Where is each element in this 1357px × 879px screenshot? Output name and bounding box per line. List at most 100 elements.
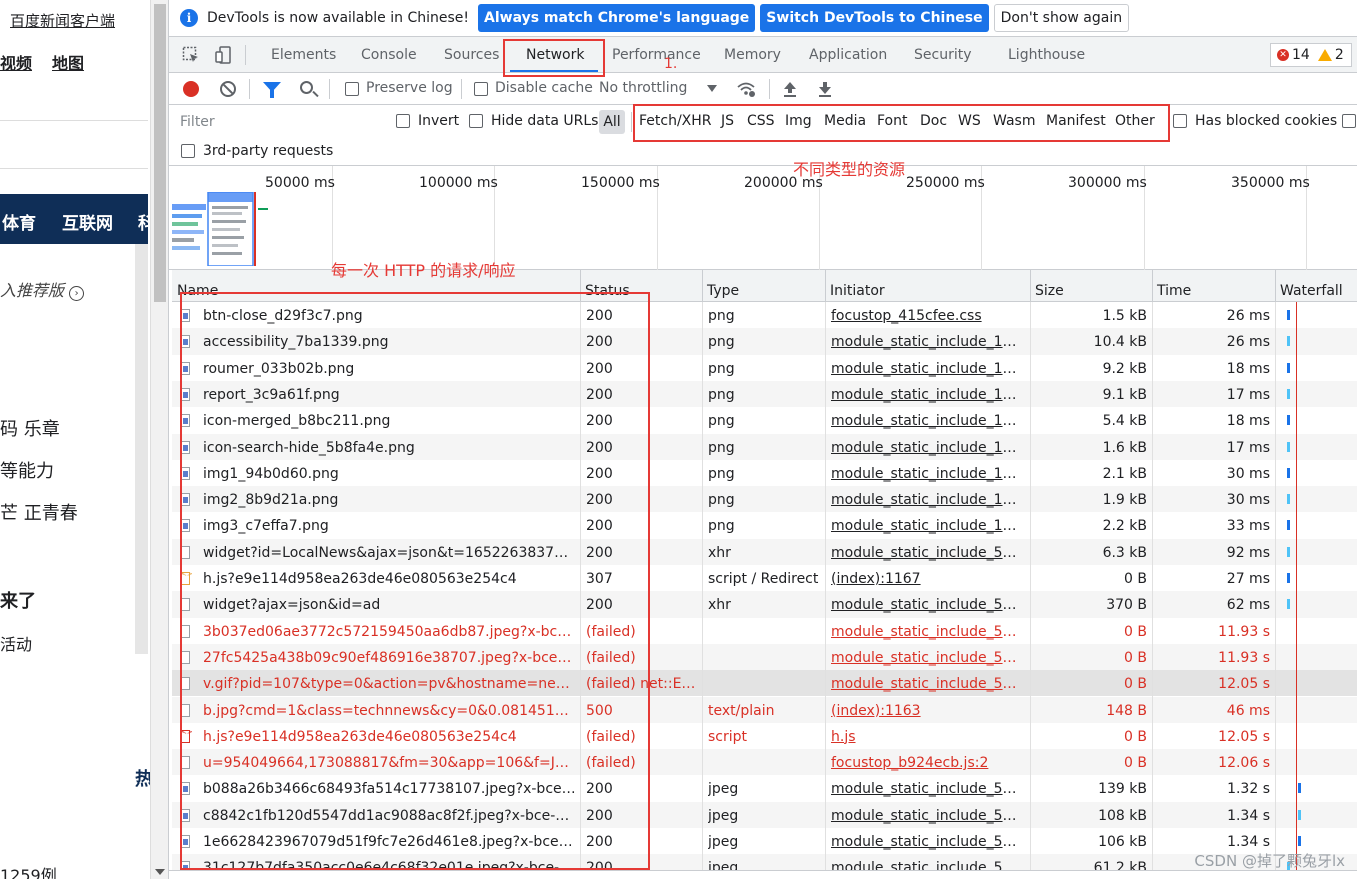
cell-initiator[interactable]: module_static_include_130f...	[831, 486, 1023, 512]
cell-initiator[interactable]: focustop_415cfee.css	[831, 302, 1023, 328]
table-row[interactable]: b088a26b3466c68493fa514c17738107.jpeg?x-…	[172, 775, 1357, 801]
page-recommend-link[interactable]: 入推荐版 ›	[0, 277, 85, 301]
type-filter-img[interactable]: Img	[785, 113, 812, 129]
cell-initiator[interactable]: (index):1167	[831, 565, 1023, 591]
type-filter-media[interactable]: Media	[824, 113, 866, 129]
disable-cache-checkbox[interactable]	[474, 82, 488, 96]
type-filter-fetch-xhr[interactable]: Fetch/XHR	[639, 113, 712, 129]
type-filter-css[interactable]: CSS	[747, 113, 775, 129]
cell-initiator[interactable]: focustop_b924ecb.js:2	[831, 749, 1023, 775]
blocked-requests-checkbox[interactable]	[1342, 114, 1356, 128]
cell-initiator[interactable]: module_static_include_5d6...	[831, 670, 1023, 696]
cell-initiator[interactable]: module_static_include_130f...	[831, 434, 1023, 460]
page-channel-internet[interactable]: 互联网	[62, 209, 113, 234]
cell-initiator[interactable]: module_static_include_130f...	[831, 460, 1023, 486]
filter-input[interactable]: Filter	[175, 110, 380, 132]
filter-icon[interactable]	[263, 82, 281, 98]
throttling-select[interactable]: No throttling	[599, 80, 687, 96]
search-icon[interactable]	[300, 81, 313, 94]
type-filter-doc[interactable]: Doc	[920, 113, 947, 129]
table-row[interactable]: roumer_033b02b.png 200 png module_static_in…	[172, 355, 1357, 381]
tab-memory[interactable]: Memory	[724, 37, 781, 73]
cell-initiator[interactable]: (index):1163	[831, 697, 1023, 723]
page-scrollbar-thumb[interactable]	[154, 4, 166, 302]
page-top-link[interactable]: 百度新闻客户端	[10, 10, 115, 31]
page-channel-tech[interactable]: 科	[138, 209, 150, 234]
table-row[interactable]: v.gif?pid=107&type=0&action=pv&hostname=…	[172, 670, 1357, 697]
tab-elements[interactable]: Elements	[271, 37, 336, 73]
chevron-down-icon[interactable]	[707, 85, 717, 92]
dont-show-again-button[interactable]: Don't show again	[993, 4, 1130, 32]
table-row[interactable]: c8842c1fb120d5547dd1ac9088ac8f2f.jpeg?x-…	[172, 801, 1357, 828]
type-filter-wasm[interactable]: Wasm	[993, 113, 1035, 129]
table-row[interactable]: u=954049664,173088817&fm=30&app=106&f=JP…	[172, 749, 1357, 776]
invert-checkbox[interactable]	[396, 114, 410, 128]
issues-counter[interactable]: ✕ 14 2	[1270, 43, 1352, 67]
cell-initiator[interactable]: module_static_include_130f...	[831, 512, 1023, 538]
column-initiator[interactable]: Initiator	[825, 270, 885, 302]
tab-performance[interactable]: Performance	[612, 37, 701, 73]
column-status[interactable]: Status	[580, 270, 630, 302]
match-language-button[interactable]: Always match Chrome's language	[478, 4, 756, 32]
column-size[interactable]: Size	[1030, 270, 1064, 302]
table-row[interactable]: report_3c9a61f.png 200 png module_static_in…	[172, 380, 1357, 408]
clear-icon[interactable]	[220, 81, 236, 97]
network-conditions-icon[interactable]	[737, 80, 755, 98]
cell-initiator[interactable]: module_static_include_5d6...	[831, 854, 1023, 870]
table-row[interactable]: widget?ajax=json&id=ad 200 xhr module_stati…	[172, 591, 1357, 618]
tab-security[interactable]: Security	[914, 37, 972, 73]
table-row[interactable]: img3_c7effa7.png 200 png module_static_incl…	[172, 512, 1357, 538]
table-row[interactable]: 27fc5425a438b09c90ef486916e38707.jpeg?x-…	[172, 643, 1357, 671]
export-har-icon[interactable]	[818, 81, 832, 97]
page-nav-map[interactable]: 地图	[52, 50, 84, 74]
cell-initiator[interactable]: module_static_include_5d6...	[831, 802, 1023, 828]
table-row[interactable]: accessibility_7ba1339.png 200 png module_st…	[172, 328, 1357, 355]
cell-initiator[interactable]: module_static_include_5d6...	[831, 539, 1023, 565]
type-filter-manifest[interactable]: Manifest	[1046, 113, 1106, 129]
hide-data-urls-checkbox[interactable]	[469, 114, 483, 128]
table-row[interactable]: 3b037ed06ae3772c572159450aa6db87.jpeg?x-…	[172, 618, 1357, 644]
type-filter-other[interactable]: Other	[1115, 113, 1155, 129]
cell-initiator[interactable]: module_static_include_130f...	[831, 355, 1023, 381]
tab-sources[interactable]: Sources	[444, 37, 499, 73]
cell-initiator[interactable]: module_static_include_5d6...	[831, 775, 1023, 801]
page-channel-sports[interactable]: 体育	[2, 209, 36, 234]
page-nav-video[interactable]: 视频	[0, 50, 32, 74]
cell-initiator[interactable]: module_static_include_5d6...	[831, 591, 1023, 617]
inspect-element-icon[interactable]	[182, 46, 200, 64]
table-row[interactable]: 31c127b7dfa350acc0e6e4c68f32e01e.jpeg?x-…	[172, 854, 1357, 870]
table-row[interactable]: 1e6628423967079d51f9fc7e26d461e8.jpeg?x-…	[172, 828, 1357, 854]
type-filter-all[interactable]: All	[599, 110, 625, 134]
cell-initiator[interactable]: module_static_include_130f...	[831, 328, 1023, 354]
table-row[interactable]: img2_8b9d21a.png 200 png module_static_incl…	[172, 486, 1357, 513]
type-filter-js[interactable]: JS	[721, 113, 734, 129]
type-filter-ws[interactable]: WS	[958, 113, 981, 129]
device-toolbar-icon[interactable]	[215, 46, 233, 64]
table-row[interactable]: widget?id=LocalNews&ajax=json&t=16522638…	[172, 538, 1357, 565]
table-row[interactable]: icon-search-hide_5b8fa4e.png 200 png module…	[172, 433, 1357, 460]
cell-initiator[interactable]: module_static_include_5d6...	[831, 828, 1023, 854]
cell-initiator[interactable]: module_static_include_5d6...	[831, 618, 1023, 644]
cell-initiator[interactable]: h.js	[831, 723, 1023, 749]
tab-lighthouse[interactable]: Lighthouse	[1008, 37, 1085, 73]
cell-initiator[interactable]: module_static_include_5d6...	[831, 644, 1023, 670]
tab-console[interactable]: Console	[361, 37, 417, 73]
third-party-checkbox[interactable]	[181, 144, 195, 158]
cell-initiator[interactable]: module_static_include_130f...	[831, 381, 1023, 407]
import-har-icon[interactable]	[783, 81, 797, 97]
record-icon[interactable]	[183, 81, 199, 97]
timeline-overview[interactable]: 50000 ms 100000 ms 150000 ms 200000 ms 2…	[169, 166, 1357, 270]
table-row[interactable]: icon-merged_b8bc211.png 200 png module_stat…	[172, 407, 1357, 433]
column-time[interactable]: Time	[1152, 270, 1191, 302]
table-row[interactable]: btn-close_d29f3c7.png 200 png focustop_415c…	[172, 302, 1357, 328]
table-row[interactable]: h.js?e9e114d958ea263de46e080563e254c4 307…	[172, 565, 1357, 591]
tab-application[interactable]: Application	[809, 37, 887, 73]
tab-network[interactable]: Network	[526, 37, 584, 73]
scroll-down-icon[interactable]	[155, 869, 165, 875]
column-name[interactable]: Name	[172, 270, 218, 302]
column-type[interactable]: Type	[702, 270, 739, 302]
blocked-cookies-checkbox[interactable]	[1173, 114, 1187, 128]
switch-chinese-button[interactable]: Switch DevTools to Chinese	[760, 4, 989, 32]
table-row[interactable]: img1_94b0d60.png 200 png module_static_incl…	[172, 460, 1357, 486]
page-scrollbar[interactable]	[150, 0, 168, 879]
